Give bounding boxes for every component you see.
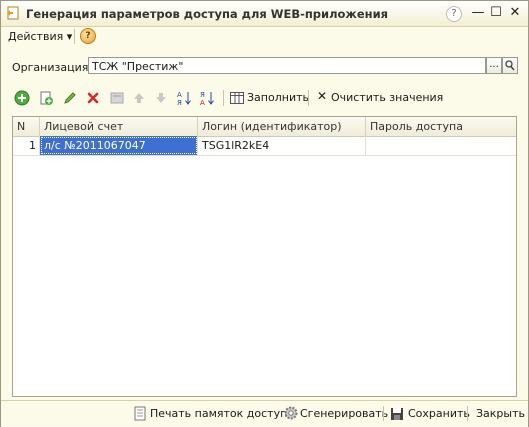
move-down-icon[interactable] [153,90,169,106]
save-button[interactable]: Сохранить [408,406,470,422]
column-header-password[interactable]: Пароль доступа [366,117,516,136]
maximize-button[interactable]: ☐ [488,5,504,21]
print-memos-button[interactable]: Печать памяток доступа [150,406,294,422]
question-icon[interactable]: ? [80,28,96,44]
menu-separator [74,29,75,44]
window-title: Генерация параметров доступа для WEB-при… [26,7,389,21]
column-header-login[interactable]: Логин (идентификатор) [198,117,366,136]
column-header-n[interactable]: N [13,117,40,136]
table-header: N Лицевой счет Логин (идентификатор) Пар… [13,117,516,137]
access-params-table[interactable]: N Лицевой счет Логин (идентификатор) Пар… [12,116,517,397]
app-window: Генерация параметров доступа для WEB-при… [0,0,529,427]
toolbar-separator [223,90,224,106]
edit-icon[interactable] [62,90,78,106]
delete-icon[interactable] [85,90,101,106]
organization-label: Организация: [12,61,93,74]
minimize-button[interactable]: — [470,5,486,21]
organization-field[interactable]: ТСЖ "Престиж" [88,57,486,74]
gear-icon[interactable] [283,405,299,421]
fill-table-icon[interactable] [229,90,245,106]
title-bar[interactable]: Генерация параметров доступа для WEB-при… [1,1,528,27]
sort-asc-icon[interactable]: A Я [176,90,192,106]
login-cell[interactable]: TSG1lR2kE4 [198,136,366,155]
password-cell[interactable] [366,136,516,155]
end-edit-icon[interactable] [109,90,125,106]
magnifier-icon [505,60,515,71]
menu-bar: Действия ▾ ? [1,26,528,47]
footer-separator [383,406,384,421]
footer-bar: Печать памяток доступа Сгенерировать Сох… [1,400,528,427]
svg-text:A: A [177,91,182,99]
move-up-icon[interactable] [131,90,147,106]
organization-search-button[interactable] [502,57,518,74]
app-icon [7,6,19,20]
row-number: 1 [13,136,40,155]
actions-menu[interactable]: Действия ▾ [8,30,72,43]
organization-select-button[interactable]: ... [486,57,502,74]
toolbar-separator [308,90,309,106]
table-toolbar: A Я Я A Заполнить ✕ Очистить значения [12,88,517,110]
close-window-button[interactable]: ✕ [507,5,523,21]
save-icon[interactable] [390,406,404,421]
account-cell[interactable]: л/с №2011067047 [40,136,198,155]
generate-button[interactable]: Сгенерировать [300,406,388,422]
help-icon[interactable]: ? [446,6,462,22]
print-icon[interactable] [133,406,147,421]
fill-button[interactable]: Заполнить [247,91,309,104]
clear-icon[interactable]: ✕ [317,89,327,103]
copy-icon[interactable] [38,90,54,106]
column-header-account[interactable]: Лицевой счет [40,117,198,136]
close-button[interactable]: Закрыть [476,406,525,422]
footer-separator [467,406,468,421]
clear-values-button[interactable]: Очистить значения [331,91,443,104]
svg-text:Я: Я [200,91,205,99]
sort-desc-icon[interactable]: Я A [199,90,215,106]
svg-text:A: A [200,99,205,106]
table-row[interactable]: 1 л/с №2011067047 TSG1lR2kE4 [13,136,516,156]
svg-text:Я: Я [177,99,182,106]
add-icon[interactable] [14,90,30,106]
